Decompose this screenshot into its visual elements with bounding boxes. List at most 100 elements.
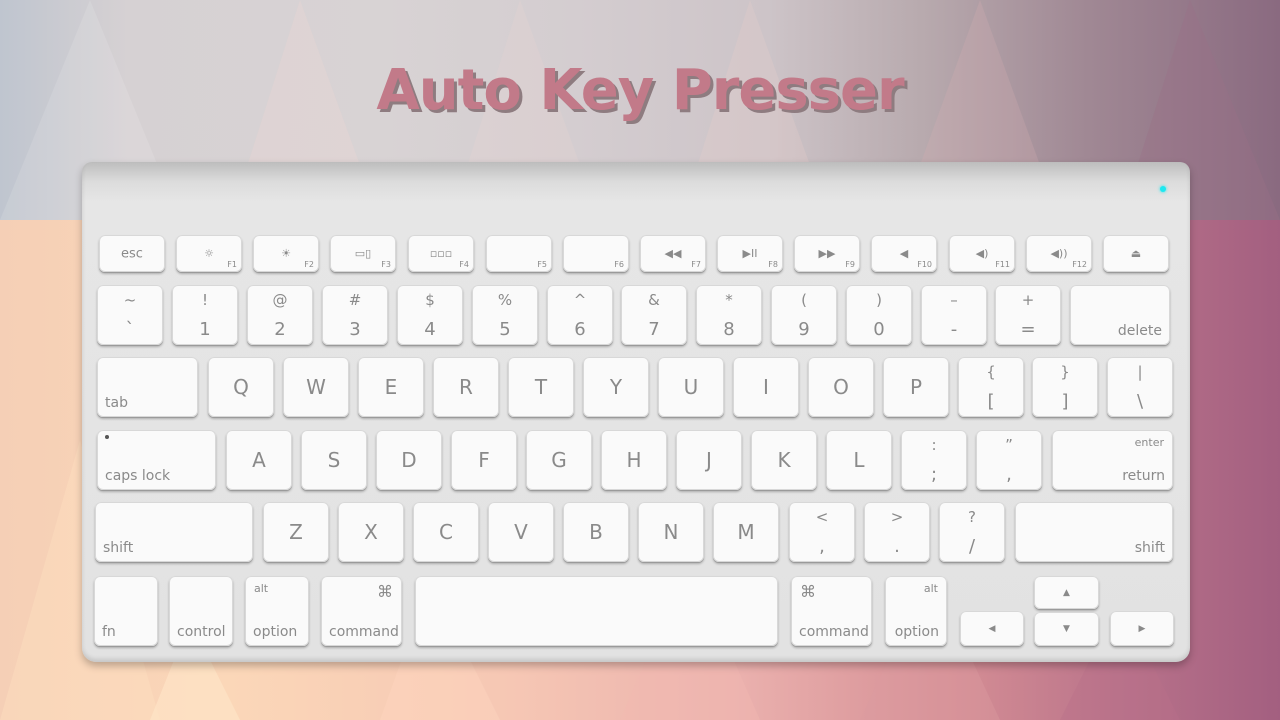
key-2[interactable]: @2: [247, 285, 313, 345]
key-f10[interactable]: ◀ F10: [871, 235, 937, 272]
key-semicolon[interactable]: :;: [901, 430, 967, 490]
key-backslash[interactable]: | \: [1107, 357, 1173, 417]
key-space[interactable]: [415, 576, 778, 646]
key-8-shift-legend: *: [725, 291, 733, 309]
key-s[interactable]: S: [301, 430, 367, 490]
key-f9[interactable]: ▶▶ F9: [794, 235, 860, 272]
key-esc[interactable]: esc: [99, 235, 165, 272]
key-minus[interactable]: – -: [921, 285, 987, 345]
key-n[interactable]: N: [638, 502, 704, 562]
key-f8[interactable]: ▶II F8: [717, 235, 783, 272]
key-l[interactable]: L: [826, 430, 892, 490]
key-f4[interactable]: ▫▫▫ F4: [408, 235, 474, 272]
key-i-legend: I: [763, 375, 769, 399]
key-arrow-left[interactable]: ◀: [960, 611, 1024, 646]
key-9[interactable]: (9: [771, 285, 837, 345]
key-j-legend: J: [706, 448, 712, 472]
key-f5[interactable]: F5: [486, 235, 552, 272]
key-k[interactable]: K: [751, 430, 817, 490]
key-f7[interactable]: ◀◀ F7: [640, 235, 706, 272]
key-left-command-label: command: [329, 624, 399, 640]
key-1[interactable]: ! 1: [172, 285, 238, 345]
key-control[interactable]: control: [169, 576, 233, 646]
key-v[interactable]: V: [488, 502, 554, 562]
key-f11[interactable]: ◀) F11: [949, 235, 1015, 272]
key-f11-fn-label: F11: [995, 260, 1010, 269]
key-right-shift[interactable]: shift: [1015, 502, 1173, 562]
key-esc-label: esc: [121, 246, 143, 261]
key-f2[interactable]: ☀ F2: [253, 235, 319, 272]
key-arrow-up[interactable]: ▲: [1034, 576, 1099, 609]
key-equals-shift-legend: +: [1021, 291, 1035, 309]
key-a[interactable]: A: [226, 430, 292, 490]
key-k-legend: K: [777, 448, 791, 472]
key-b[interactable]: B: [563, 502, 629, 562]
key-left-shift[interactable]: shift: [95, 502, 253, 562]
key-s-legend: S: [327, 448, 341, 472]
key-quote[interactable]: ”,: [976, 430, 1042, 490]
power-indicator-led: [1160, 186, 1166, 192]
key-left-shift-label: shift: [103, 540, 134, 556]
key-comma[interactable]: <,: [789, 502, 855, 562]
key-8-legend: 8: [723, 319, 735, 340]
key-8[interactable]: * 8: [696, 285, 762, 345]
key-f2-fn-label: F2: [304, 260, 314, 269]
key-f12[interactable]: ◀)) F12: [1026, 235, 1092, 272]
key-right-bracket-shift-legend: }: [1060, 363, 1070, 381]
key-g[interactable]: G: [526, 430, 592, 490]
key-tab[interactable]: tab: [97, 357, 198, 417]
key-r[interactable]: R: [433, 357, 499, 417]
key-z[interactable]: Z: [263, 502, 329, 562]
key-4[interactable]: $4: [397, 285, 463, 345]
key-delete[interactable]: delete: [1070, 285, 1170, 345]
key-f1[interactable]: ☼ F1: [176, 235, 242, 272]
key-e[interactable]: E: [358, 357, 424, 417]
key-f[interactable]: F: [451, 430, 517, 490]
key-left-option[interactable]: alt option: [245, 576, 309, 646]
key-f6[interactable]: F6: [563, 235, 629, 272]
key-0[interactable]: ) 0: [846, 285, 912, 345]
key-left-command[interactable]: ⌘ command: [321, 576, 402, 646]
key-w[interactable]: W: [283, 357, 349, 417]
key-arrow-down[interactable]: ▼: [1034, 612, 1099, 646]
key-o[interactable]: O: [808, 357, 874, 417]
key-y[interactable]: Y: [583, 357, 649, 417]
key-comma-shift-legend: <: [815, 508, 829, 526]
key-d[interactable]: D: [376, 430, 442, 490]
key-i[interactable]: I: [733, 357, 799, 417]
key-j[interactable]: J: [676, 430, 742, 490]
key-c[interactable]: C: [413, 502, 479, 562]
key-left-command-command-icon: ⌘: [377, 582, 393, 601]
key-fn[interactable]: fn: [94, 576, 158, 646]
key-backtick[interactable]: ~ `: [97, 285, 163, 345]
key-p[interactable]: P: [883, 357, 949, 417]
key-t[interactable]: T: [508, 357, 574, 417]
key-slash[interactable]: ? /: [939, 502, 1005, 562]
key-m[interactable]: M: [713, 502, 779, 562]
key-7[interactable]: & 7: [621, 285, 687, 345]
key-5[interactable]: % 5: [472, 285, 538, 345]
key-3-legend: 3: [349, 319, 361, 340]
key-4-legend: 4: [424, 319, 436, 340]
key-equals[interactable]: + =: [995, 285, 1061, 345]
key-v-legend: V: [514, 520, 528, 544]
key-f3[interactable]: ▭▯ F3: [330, 235, 396, 272]
key-arrow-right[interactable]: ▶: [1110, 611, 1174, 646]
key-right-option-alt-label: alt: [923, 582, 938, 595]
key-u[interactable]: U: [658, 357, 724, 417]
key-right-option[interactable]: alt option: [885, 576, 947, 646]
key-left-bracket[interactable]: {[: [958, 357, 1024, 417]
key-eject[interactable]: ⏏: [1103, 235, 1169, 272]
key-3[interactable]: #3: [322, 285, 388, 345]
play-pause-icon: ▶II: [742, 246, 758, 260]
key-q[interactable]: Q: [208, 357, 274, 417]
key-right-bracket[interactable]: }]: [1032, 357, 1098, 417]
key-caps-lock[interactable]: caps lock: [97, 430, 216, 490]
key-period[interactable]: >.: [864, 502, 930, 562]
key-6[interactable]: ^ 6: [547, 285, 613, 345]
key-return[interactable]: enter return: [1052, 430, 1173, 490]
key-x[interactable]: X: [338, 502, 404, 562]
key-comma-legend: ,: [819, 536, 825, 557]
key-h[interactable]: H: [601, 430, 667, 490]
key-right-command[interactable]: ⌘ command: [791, 576, 872, 646]
